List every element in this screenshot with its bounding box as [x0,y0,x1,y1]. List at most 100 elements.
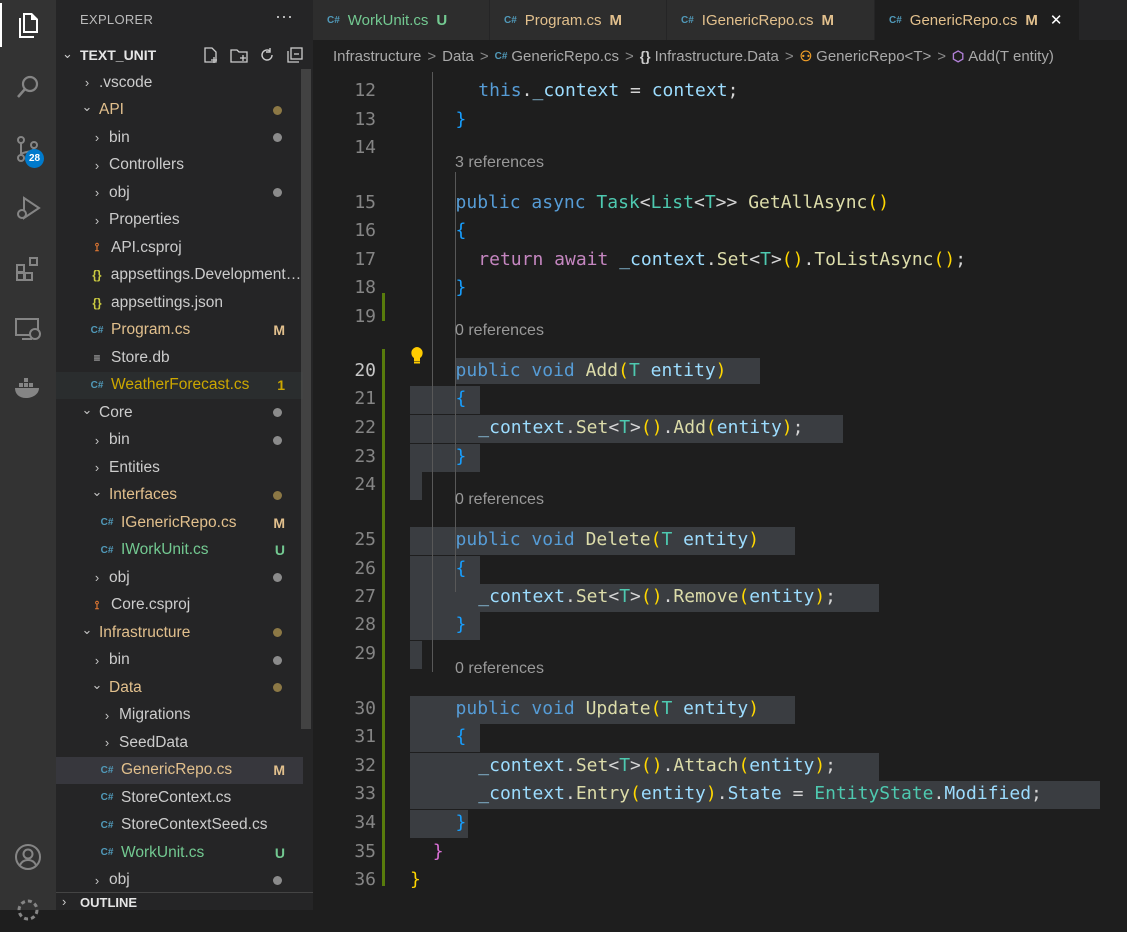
line-number: 31 [354,726,376,747]
tab-genericrepo-cs[interactable]: C# GenericRepo.cs M ✕ [875,0,1080,40]
code-line[interactable]: _context.Set<T>().Attach(entity); [478,755,836,776]
code-line[interactable]: { [456,558,467,579]
file-item[interactable]: ⟟ Core.csproj [56,592,303,620]
code-line[interactable]: public void Delete(T entity) [456,529,760,550]
explorer-icon[interactable] [0,3,56,47]
code-line[interactable]: _context.Set<T>().Remove(entity); [478,586,836,607]
account-icon[interactable] [0,835,56,879]
file-item[interactable]: C# WeatherForecast.cs 1 [56,371,303,399]
code-line[interactable]: } [456,109,467,130]
close-icon[interactable]: ✕ [1050,11,1063,29]
more-actions-icon[interactable]: ··· [275,6,293,27]
tab-label: IGenericRepo.cs [701,11,814,29]
breadcrumb-item[interactable]: GenericRepo.cs [511,48,619,65]
file-item[interactable]: {} appsettings.Development.j... [56,262,303,290]
search-icon[interactable] [0,65,56,109]
tree-item-label: Infrastructure [99,623,191,641]
file-item[interactable]: C# StoreContext.cs [56,784,303,812]
git-status-badge: M [273,322,285,339]
code-lens-references[interactable]: 0 references [455,322,544,340]
code-editor[interactable]: 3 references 0 references 0 references 0 re… [313,72,1127,910]
folder-item[interactable]: ⌄ Core [56,399,303,427]
code-line[interactable]: { [456,388,467,409]
folder-item[interactable]: ⌄ API [56,97,303,125]
code-line[interactable]: } [456,446,467,467]
folder-item[interactable]: ⌄ Interfaces [56,482,303,510]
code-line[interactable]: public async Task<List<T>> GetAllAsync() [456,192,890,213]
code-line[interactable]: } [410,869,421,890]
file-item[interactable]: C# GenericRepo.cs M [56,756,303,784]
code-line[interactable]: } [456,277,467,298]
csharp-file-icon: C# [100,544,114,556]
breadcrumb-item[interactable]: Infrastructure.Data [655,48,779,65]
code-line[interactable]: this._context = context; [478,80,738,101]
code-line[interactable]: } [456,614,467,635]
file-item[interactable]: C# StoreContextSeed.cs [56,812,303,840]
code-line[interactable]: public void Update(T entity) [456,698,760,719]
file-item[interactable]: C# WorkUnit.cs U [56,839,303,867]
run-debug-icon[interactable] [0,186,56,230]
code-line[interactable]: _context.Set<T>().Add(entity); [478,417,803,438]
workspace-section-header[interactable]: ⌄ TEXT_UNIT [56,43,313,67]
code-line[interactable]: public void Add(T entity) [456,360,727,381]
tab-program-cs[interactable]: C# Program.cs M [490,0,667,40]
scm-badge: 28 [25,149,44,168]
folder-item[interactable]: › Migrations [56,702,303,730]
code-line[interactable]: { [456,220,467,241]
sidebar-scrollbar[interactable] [301,69,311,729]
tab-workunit-cs[interactable]: C# WorkUnit.cs U [313,0,490,40]
folder-item[interactable]: ⌄ Infrastructure [56,619,303,647]
extensions-icon[interactable] [0,247,56,291]
file-item[interactable]: C# Program.cs M [56,317,303,345]
tab-git-status: M [1025,11,1038,29]
folder-item[interactable]: › bin [56,124,303,152]
folder-item[interactable]: › Properties [56,207,303,235]
code-line[interactable]: return await _context.Set<T>().ToListAsy… [478,249,966,270]
code-line[interactable]: } [456,812,467,833]
folder-item[interactable]: › .vscode [56,69,303,97]
file-item[interactable]: ⟟ API.csproj [56,234,303,262]
file-item[interactable]: C# IWorkUnit.cs U [56,537,303,565]
lightbulb-icon[interactable] [410,346,424,369]
tab-git-status: U [436,11,448,29]
line-number: 15 [354,192,376,213]
remote-explorer-icon[interactable] [0,307,56,351]
tab-git-status: M [821,11,835,29]
new-folder-icon[interactable] [229,45,249,65]
folder-item[interactable]: › bin [56,647,303,675]
file-item[interactable]: {} appsettings.json [56,289,303,317]
tree-item-label: WorkUnit.cs [121,843,205,861]
new-file-icon[interactable] [201,45,221,65]
tree-item-label: obj [109,871,130,889]
file-item[interactable]: C# IGenericRepo.cs M [56,509,303,537]
folder-item[interactable]: › obj [56,564,303,592]
settings-gear-icon[interactable] [0,888,56,932]
tab-igenericrepo-cs[interactable]: C# IGenericRepo.cs M [667,0,875,40]
folder-item[interactable]: › bin [56,427,303,455]
docker-icon[interactable] [0,366,56,410]
folder-item[interactable]: › Entities [56,454,303,482]
breadcrumb-item[interactable]: GenericRepo<T> [816,48,931,65]
folder-item[interactable]: › obj [56,179,303,207]
code-lens-references[interactable]: 0 references [455,491,544,509]
refresh-icon[interactable] [257,45,277,65]
tree-item-label: bin [109,651,130,669]
breadcrumb-item[interactable]: Add(T entity) [968,48,1054,65]
folder-item[interactable]: › obj [56,867,303,895]
collapse-all-icon[interactable] [285,45,305,65]
code-line[interactable]: _context.Entry(entity).State = EntitySta… [478,783,1042,804]
folder-item[interactable]: › SeedData [56,729,303,757]
tree-item-label: Interfaces [109,486,178,504]
line-number: 25 [354,529,376,550]
code-lens-references[interactable]: 3 references [455,154,544,172]
breadcrumb-item[interactable]: Data [442,48,474,65]
file-item[interactable]: ≡ Store.db [56,344,303,372]
code-line[interactable]: { [456,726,467,747]
folder-item[interactable]: ⌄ Data [56,674,303,702]
git-status-badge: 1 [277,377,285,394]
breadcrumb-item[interactable]: Infrastructure [333,48,421,65]
code-lens-references[interactable]: 0 references [455,660,544,678]
code-line[interactable]: } [433,841,444,862]
folder-item[interactable]: › Controllers [56,152,303,180]
outline-section-header[interactable]: › OUTLINE [56,892,313,911]
